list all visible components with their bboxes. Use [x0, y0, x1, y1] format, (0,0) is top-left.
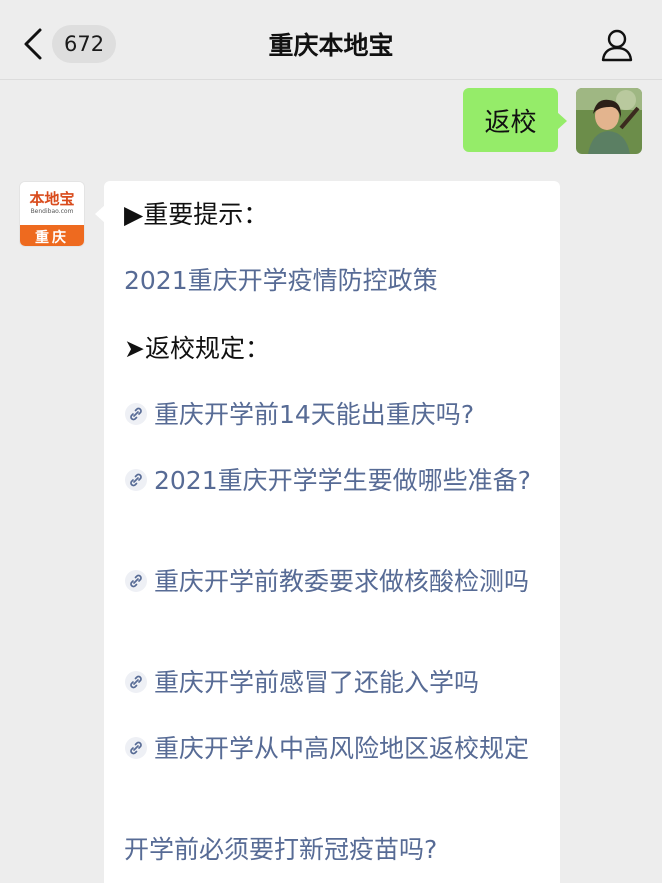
- heading-important: ▶重要提示：: [124, 200, 269, 229]
- brand-logo-text: 本地宝: [29, 190, 75, 208]
- link-icon: [125, 403, 147, 425]
- link-text: 重庆开学前教委要求做核酸检测吗: [154, 567, 530, 596]
- link-icon: [125, 737, 147, 759]
- brand-city: 重庆: [20, 225, 84, 246]
- policy-link[interactable]: 2021重庆开学疫情防控政策: [124, 264, 544, 298]
- heading-return: ➤返校规定：: [124, 334, 270, 363]
- link-icon: [125, 671, 147, 693]
- brand-logo: 本地宝 Bendibao.com: [20, 182, 84, 225]
- person-icon[interactable]: [600, 28, 634, 62]
- link-item[interactable]: 重庆开学从中高风险地区返校规定: [124, 732, 544, 766]
- link-item[interactable]: 2021重庆开学学生要做哪些准备?: [124, 464, 544, 498]
- link-text: 2021重庆开学学生要做哪些准备?: [154, 466, 531, 495]
- link-text: 重庆开学从中高风险地区返校规定: [154, 734, 530, 763]
- nav-bar: 672 重庆本地宝: [0, 0, 662, 80]
- sent-message-text: 返校: [484, 107, 537, 138]
- brand-url: Bendibao.com: [30, 208, 74, 215]
- link-item[interactable]: 重庆开学前感冒了还能入学吗: [124, 666, 544, 700]
- user-photo: [576, 88, 642, 154]
- link-item[interactable]: 重庆开学前教委要求做核酸检测吗: [124, 565, 544, 599]
- link-item[interactable]: 重庆开学前14天能出重庆吗?: [124, 398, 544, 432]
- sent-message-bubble[interactable]: 返校: [463, 88, 567, 152]
- user-avatar[interactable]: [576, 88, 642, 154]
- page-title: 重庆本地宝: [268, 31, 394, 60]
- link-text: 重庆开学前感冒了还能入学吗: [154, 668, 480, 697]
- link-icon: [125, 469, 147, 491]
- link-icon: [125, 570, 147, 592]
- vaccine-link[interactable]: 开学前必须要打新冠疫苗吗?: [124, 833, 544, 867]
- official-account-avatar[interactable]: 本地宝 Bendibao.com 重庆: [19, 181, 85, 247]
- link-text: 重庆开学前14天能出重庆吗?: [154, 400, 475, 429]
- received-message-bubble: ▶重要提示： 2021重庆开学疫情防控政策 ➤返校规定： 重庆开学前14天能出重…: [95, 181, 560, 883]
- chat-area: 返校 本地宝 Bendibao.com 重庆 ▶重要提示： 2021重庆开学疫情…: [0, 81, 662, 883]
